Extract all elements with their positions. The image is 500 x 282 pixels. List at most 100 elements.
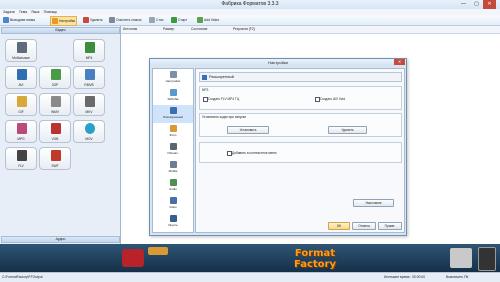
sidebar-item-find[interactable]: Ищите (153, 213, 193, 231)
mobile-icon (17, 42, 27, 53)
toolbar: Выходная папка Настройки Удалить Очистит… (0, 15, 500, 26)
3gp-icon (51, 69, 61, 80)
settings-icon (169, 71, 177, 78)
clear-icon (109, 17, 115, 23)
find-icon (169, 215, 177, 222)
stop-icon (149, 17, 155, 23)
vob-icon (51, 123, 61, 134)
dialog-close-button[interactable]: ✕ (394, 59, 405, 65)
ad-banner[interactable]: Format Factory (0, 244, 500, 272)
close-button[interactable]: ✕ (483, 0, 496, 9)
nfs-group-label: NFS (202, 88, 209, 92)
brand-logo: Format Factory (293, 248, 337, 270)
settings-icon (52, 18, 58, 24)
nfs-group: NFS Создать FLV MP4 ТЦ Создать AVI Xvid (199, 86, 402, 110)
maximize-button[interactable]: ▢ (470, 0, 483, 9)
flv-mp4-label: Создать FLV MP4 ТЦ (208, 97, 240, 101)
clear-list-button[interactable]: Очистить список (108, 16, 143, 24)
camera-icon (122, 249, 144, 267)
col-state[interactable]: Состояние (191, 27, 207, 31)
update-icon (169, 143, 177, 150)
dialog-sidebar: Настройки SDK/AE Расширенный Фото Обновл… (152, 68, 194, 233)
mkv-icon (85, 96, 95, 107)
tile-mobile[interactable]: Мобильные (5, 39, 37, 62)
col-result[interactable]: Результат [F2] (233, 27, 255, 31)
advanced-icon (202, 74, 207, 80)
sidebar-item-update[interactable]: Обновл. (153, 141, 193, 159)
apply-button[interactable]: Приме. (378, 222, 402, 230)
mpg-icon (17, 123, 27, 134)
elapsed-time: Истекшее время : 00:00:00 (384, 275, 426, 279)
rmvb-icon (85, 69, 95, 80)
remove-button[interactable]: Удалить (82, 16, 104, 24)
tile-wmv[interactable]: WMV (39, 93, 71, 116)
advanced-icon (169, 107, 177, 114)
remove-icon (83, 17, 89, 23)
gif-icon (17, 96, 27, 107)
tile-rmvb[interactable]: RMVB (73, 66, 105, 89)
folder-icon (3, 17, 9, 23)
tile-vob[interactable]: VOB (39, 120, 71, 143)
sidebar-item-audio[interactable]: Audio (153, 177, 193, 195)
col-size[interactable]: Размер (163, 27, 174, 31)
mobile-icon (169, 161, 177, 168)
codec-group-label: Установить кодек при запуске (202, 115, 247, 119)
window-title: Фабрика Форматов 3.3.3 (221, 1, 279, 7)
remove-codec-button[interactable]: Удалить (328, 126, 367, 134)
sidebar-item-video[interactable]: Video (153, 195, 193, 213)
context-menu-group: Добавить в контекстное меню (199, 142, 402, 163)
tile-mp4[interactable]: MP4 (73, 39, 105, 62)
avi-icon (17, 69, 27, 80)
avi-xvid-label: Создать AVI Xvid (320, 97, 345, 101)
codec-group: Установить кодек при запуске Установить … (199, 113, 402, 137)
audio-icon (169, 179, 177, 186)
dialog-title: Настройки (150, 59, 406, 66)
col-source[interactable]: Источник (123, 27, 137, 31)
tile-swf[interactable]: SWF (39, 147, 71, 170)
context-menu-label: Добавить в контекстное меню (232, 151, 277, 155)
tile-avi[interactable]: AVI (5, 66, 37, 89)
flv-icon (17, 150, 27, 161)
tile-flv[interactable]: FLV (5, 147, 37, 170)
category-video[interactable]: Видео (1, 27, 120, 34)
output-path[interactable]: C:\FormatFactory\FFOutput (2, 275, 43, 279)
start-button[interactable]: Старт (170, 16, 188, 24)
wmv-icon (51, 96, 61, 107)
sidebar-item-sdk[interactable]: SDK/AE (153, 87, 193, 105)
ok-button[interactable]: OK (328, 222, 350, 230)
swf-icon (51, 150, 61, 161)
cancel-button[interactable]: Отмена (352, 222, 376, 230)
start-icon (171, 17, 177, 23)
picture-icon (169, 125, 177, 132)
category-audio[interactable]: Аудио (1, 236, 120, 243)
dialog-panel: Расширенный NFS Создать FLV MP4 ТЦ Созда… (195, 68, 405, 233)
tile-mpg[interactable]: MPG (5, 120, 37, 143)
default-button[interactable]: Умолчание (353, 199, 394, 207)
sidebar-item-advanced[interactable]: Расширенный (153, 105, 193, 123)
phone-icon (478, 247, 496, 271)
panel-title: Расширенный (199, 72, 402, 82)
sidebar-item-picture[interactable]: Фото (153, 123, 193, 141)
task-columns: Источник Размер Состояние Результат [F2] (121, 26, 500, 34)
tile-mov[interactable]: MOV (73, 120, 105, 143)
mov-icon (85, 123, 95, 134)
badge-icon (148, 247, 168, 255)
sidebar-item-mobile[interactable]: Mobile (153, 159, 193, 177)
video-icon (169, 197, 177, 204)
minimize-button[interactable]: — (457, 0, 470, 9)
install-codec-button[interactable]: Установить (227, 126, 269, 134)
add-video-icon (197, 17, 203, 23)
output-folder-button[interactable]: Выходная папка (2, 16, 36, 24)
add-video-button[interactable]: Add Video (196, 16, 220, 24)
stop-button[interactable]: Стоп (148, 16, 164, 24)
tile-mkv[interactable]: MKV (73, 93, 105, 116)
sidebar-item-settings[interactable]: Настройки (153, 69, 193, 87)
shutdown-option[interactable]: Выключить ПК (446, 275, 468, 279)
mp4-icon (85, 42, 95, 53)
tile-gif[interactable]: GIF (5, 93, 37, 116)
settings-button[interactable]: Настройки (50, 16, 78, 26)
settings-dialog: Настройки ✕ Настройки SDK/AE Расширенный… (149, 58, 407, 236)
sdk-icon (169, 89, 177, 96)
tile-3gp[interactable]: 3GP (39, 66, 71, 89)
box-icon (450, 248, 472, 268)
